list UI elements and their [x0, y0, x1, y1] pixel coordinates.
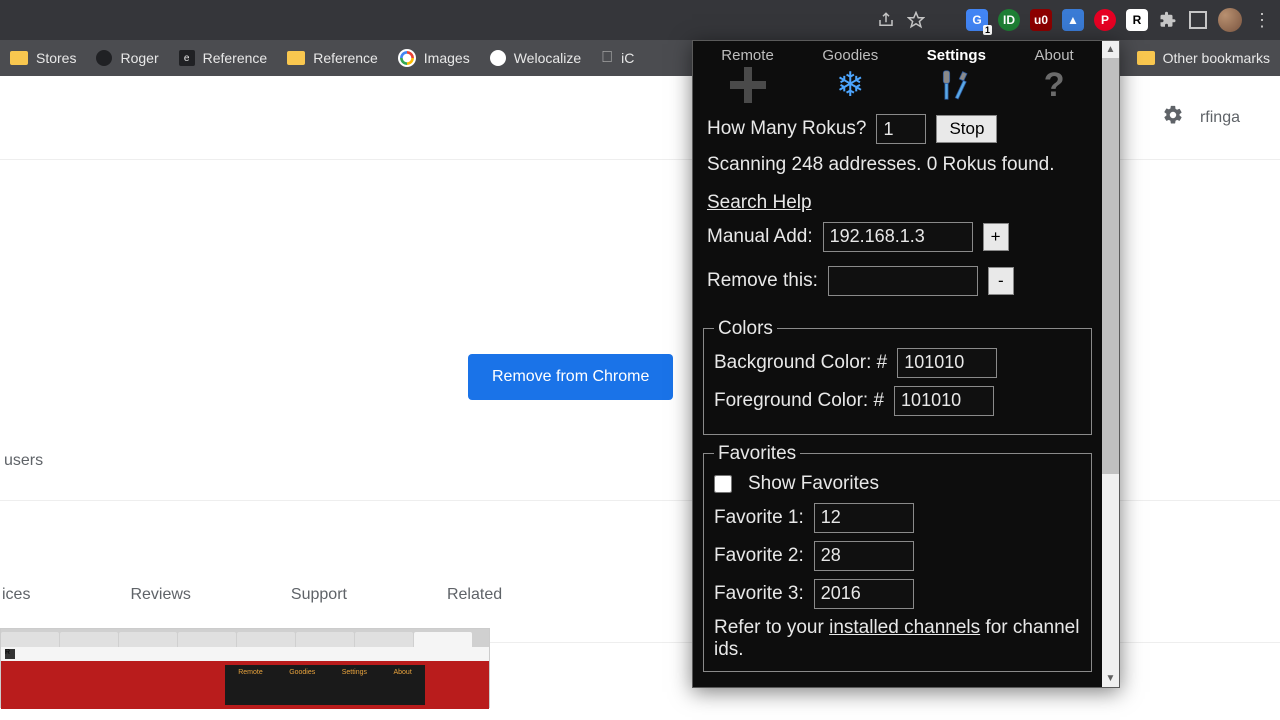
bookmark-welocalize[interactable]: Welocalize	[490, 50, 581, 66]
how-many-input[interactable]	[876, 114, 926, 144]
show-favorites-checkbox[interactable]	[714, 475, 732, 493]
screenshot-thumbnail[interactable]: R Remote Goodies Settings About	[0, 628, 490, 708]
extension-badge-count: 1	[983, 25, 992, 35]
popup-scrollbar[interactable]: ▲ ▼	[1102, 41, 1119, 687]
stop-button[interactable]: Stop	[936, 115, 997, 143]
scrollbar-thumb[interactable]	[1102, 58, 1119, 474]
colors-fieldset: Colors Background Color: # Foreground Co…	[703, 318, 1092, 435]
scroll-down-icon[interactable]: ▼	[1102, 670, 1119, 687]
side-panel-icon[interactable]	[1188, 10, 1208, 30]
scan-status: Scanning 248 addresses. 0 Rokus found.	[707, 152, 1088, 178]
google-icon	[398, 49, 416, 67]
bookmark-reference-2[interactable]: Reference	[287, 50, 378, 66]
favicon-icon	[96, 50, 112, 66]
favorites-refer-text: Refer to your installed channels for cha…	[714, 617, 1081, 661]
favorite-1-input[interactable]	[814, 503, 914, 533]
colors-legend: Colors	[714, 318, 777, 340]
store-tabs: ices Reviews Support Related	[0, 586, 502, 604]
bookmark-roger[interactable]: Roger	[96, 50, 158, 66]
share-icon[interactable]	[876, 10, 896, 30]
fg-color-label: Foreground Color: #	[714, 390, 884, 412]
folder-icon	[287, 51, 305, 65]
settings-gear-icon[interactable]	[1162, 104, 1184, 132]
extensions-icon[interactable]	[1158, 10, 1178, 30]
favicon-icon	[490, 50, 506, 66]
dpad-icon	[730, 67, 766, 103]
bookmark-reference-1[interactable]: eReference	[179, 50, 268, 66]
tab-reviews[interactable]: Reviews	[130, 586, 190, 604]
fg-color-input[interactable]	[894, 386, 994, 416]
remove-input[interactable]	[828, 266, 978, 296]
bookmark-ic[interactable]: iC	[601, 49, 634, 67]
popup-nav: Remote Goodies ❄ Settings About ?	[693, 41, 1102, 108]
manual-add-input[interactable]	[823, 222, 973, 252]
favorites-legend: Favorites	[714, 443, 800, 465]
show-favorites-label: Show Favorites	[748, 473, 879, 495]
question-icon: ?	[1035, 64, 1074, 106]
extension-ublock[interactable]: u0	[1030, 9, 1052, 31]
chrome-toolbar: G1 ID u0 ▲ P R ⋮	[0, 0, 1280, 40]
favorite-2-input[interactable]	[814, 541, 914, 571]
folder-icon	[10, 51, 28, 65]
nav-about[interactable]: About ?	[1029, 45, 1080, 108]
extension-remoku[interactable]: R	[1126, 9, 1148, 31]
user-email-truncated: rfinga	[1200, 109, 1240, 127]
tab-overview[interactable]: ices	[2, 586, 30, 604]
bookmark-stores[interactable]: Stores	[10, 50, 76, 66]
installed-channels-link[interactable]: installed channels	[829, 617, 980, 638]
remove-button[interactable]: -	[988, 267, 1014, 295]
extension-popup: Remote Goodies ❄ Settings About ? How Ma…	[692, 40, 1120, 688]
favorite-3-label: Favorite 3:	[714, 583, 804, 605]
search-help-link[interactable]: Search Help	[707, 192, 812, 214]
tools-icon	[927, 64, 986, 106]
favorite-3-input[interactable]	[814, 579, 914, 609]
profile-avatar[interactable]	[1218, 8, 1242, 32]
manual-add-button[interactable]: +	[983, 223, 1009, 251]
chrome-menu-icon[interactable]: ⋮	[1252, 10, 1272, 30]
extension-google-translate[interactable]: G1	[966, 9, 988, 31]
nav-goodies[interactable]: Goodies ❄	[816, 45, 884, 108]
extension-pinterest[interactable]: P	[1094, 9, 1116, 31]
favorite-1-label: Favorite 1:	[714, 507, 804, 529]
favorites-fieldset: Favorites Show Favorites Favorite 1: Fav…	[703, 443, 1092, 672]
bookmark-images[interactable]: Images	[398, 49, 470, 67]
favicon-icon: e	[179, 50, 195, 66]
remove-label: Remove this:	[707, 270, 818, 292]
bookmark-star-icon[interactable]	[906, 10, 926, 30]
snowflake-icon: ❄	[822, 64, 878, 106]
tab-related[interactable]: Related	[447, 586, 502, 604]
users-text: users	[4, 452, 43, 470]
bg-color-input[interactable]	[897, 348, 997, 378]
folder-icon	[1137, 51, 1155, 65]
extension-triangle[interactable]: ▲	[1062, 9, 1084, 31]
bookmark-other[interactable]: Other bookmarks	[1137, 50, 1270, 66]
nav-remote[interactable]: Remote	[715, 45, 780, 108]
how-many-label: How Many Rokus?	[707, 118, 866, 140]
favorite-2-label: Favorite 2:	[714, 545, 804, 567]
remove-from-chrome-button[interactable]: Remove from Chrome	[468, 354, 673, 400]
scroll-up-icon[interactable]: ▲	[1102, 41, 1119, 58]
extension-green[interactable]: ID	[998, 9, 1020, 31]
nav-settings[interactable]: Settings	[921, 45, 992, 108]
manual-add-label: Manual Add:	[707, 226, 813, 248]
apple-icon: 	[601, 49, 613, 67]
bg-color-label: Background Color: #	[714, 352, 887, 374]
tab-support[interactable]: Support	[291, 586, 347, 604]
